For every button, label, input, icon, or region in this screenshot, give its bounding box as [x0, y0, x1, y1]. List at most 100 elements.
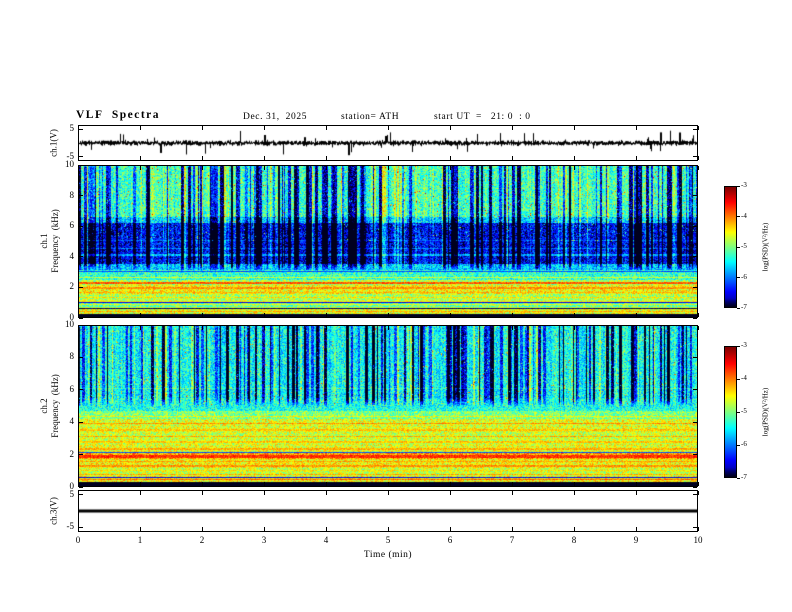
y-tick-label: 4 [69, 416, 75, 427]
ch2-spectrogram-panel [78, 325, 698, 487]
x-tick-mark [140, 166, 141, 170]
x-tick-mark [388, 482, 389, 486]
colorbar-ch1 [724, 186, 737, 308]
x-tick-mark [78, 126, 79, 130]
y-tick-label: 6 [69, 383, 75, 394]
x-tick-mark [388, 166, 389, 170]
plot-title: VLF Spectra [76, 109, 161, 121]
x-tick-mark [698, 166, 699, 170]
colorbar-tick-label: -4 [741, 211, 747, 220]
x-tick-mark [326, 313, 327, 317]
x-tick-mark [698, 313, 699, 317]
x-tick-mark [202, 313, 203, 317]
y-tick-mark [79, 164, 83, 166]
colorbar-ch1-canvas [725, 187, 736, 307]
x-tick-mark [698, 156, 699, 160]
y-tick-mark [693, 256, 697, 258]
y-tick-mark [693, 324, 697, 326]
y-tick-mark [693, 225, 697, 227]
y-tick-mark [79, 195, 83, 197]
x-tick-mark [78, 527, 79, 531]
y-tick-mark [79, 526, 83, 528]
y-tick-mark [79, 356, 83, 358]
colorbar-tick-label: -7 [741, 473, 747, 481]
x-tick-mark [512, 313, 513, 317]
x-tick-mark [698, 491, 699, 495]
x-tick-mark [326, 126, 327, 130]
x-tick-mark [326, 491, 327, 495]
colorbar-tick-label: -6 [741, 272, 747, 281]
y-tick-mark [693, 486, 697, 488]
colorbar-tick-mark [737, 444, 740, 446]
x-tick-mark [202, 126, 203, 130]
y-tick-mark [693, 164, 697, 166]
colorbar-ch2-canvas [725, 347, 736, 477]
x-tick-mark [698, 527, 699, 531]
ch2-spectrogram-canvas [79, 326, 697, 486]
x-tick-label: 4 [323, 535, 329, 545]
x-tick-mark [388, 156, 389, 160]
y-tick-mark [79, 128, 83, 130]
y-tick-mark [693, 526, 697, 528]
y-tick-mark [79, 156, 83, 158]
x-tick-label: 9 [633, 535, 639, 545]
y-tick-mark [693, 195, 697, 197]
x-tick-mark [140, 491, 141, 495]
x-tick-mark [78, 166, 79, 170]
y-tick-mark [79, 494, 83, 496]
x-tick-mark [78, 313, 79, 317]
x-tick-mark [78, 156, 79, 160]
x-tick-mark [512, 482, 513, 486]
x-tick-mark [698, 126, 699, 130]
y-tick-mark [79, 256, 83, 258]
x-tick-mark [326, 156, 327, 160]
x-tick-mark [450, 156, 451, 160]
x-tick-mark [140, 313, 141, 317]
colorbar-tick-label: -3 [741, 181, 747, 189]
x-tick-mark [202, 166, 203, 170]
x-tick-mark [202, 326, 203, 330]
x-tick-mark [574, 482, 575, 486]
x-tick-label: 0 [75, 535, 81, 545]
colorbar-tick-mark [737, 307, 740, 309]
x-tick-mark [388, 126, 389, 130]
y-tick-label: 2 [69, 281, 75, 292]
y-tick-mark [79, 225, 83, 227]
y-tick-mark [693, 286, 697, 288]
colorbar-tick-mark [737, 185, 740, 187]
colorbar-tick-mark [737, 411, 740, 413]
y-tick-label: 10 [65, 159, 74, 169]
x-tick-mark [636, 482, 637, 486]
x-tick-mark [574, 527, 575, 531]
ch2-spec-ylabel: ch.2 Frequency (kHz) [38, 374, 60, 438]
plot-start-ut: start UT = 21: 0 : 0 [434, 112, 531, 122]
x-tick-mark [388, 491, 389, 495]
y-tick-label: 8 [69, 351, 75, 362]
x-tick-mark [450, 482, 451, 486]
ch3-wave-ylabel: ch.3(V) [48, 497, 59, 525]
x-tick-mark [264, 326, 265, 330]
x-tick-mark [140, 326, 141, 330]
x-tick-mark [264, 126, 265, 130]
plot-date: Dec. 31, 2025 [243, 112, 308, 122]
y-tick-label: 10 [65, 319, 74, 329]
x-tick-mark [450, 491, 451, 495]
ch3-waveform-panel [78, 490, 698, 532]
y-tick-mark [79, 486, 83, 488]
x-tick-label: 2 [199, 535, 205, 545]
x-tick-mark [140, 482, 141, 486]
x-tick-label: 6 [447, 535, 453, 545]
colorbar-tick-label: -4 [741, 374, 747, 382]
x-tick-mark [574, 491, 575, 495]
x-tick-mark [202, 527, 203, 531]
x-tick-mark [326, 482, 327, 486]
x-tick-label: 7 [509, 535, 515, 545]
ch1-spectrogram-canvas [79, 166, 697, 317]
x-tick-mark [388, 313, 389, 317]
y-tick-mark [693, 128, 697, 130]
x-tick-mark [202, 482, 203, 486]
y-tick-mark [79, 324, 83, 326]
x-tick-mark [636, 491, 637, 495]
x-tick-mark [264, 527, 265, 531]
x-tick-label: 10 [693, 535, 703, 545]
